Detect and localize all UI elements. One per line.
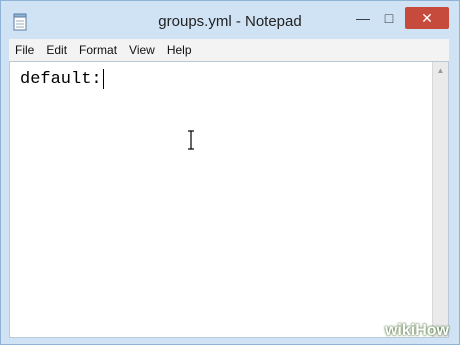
menu-file[interactable]: File — [9, 43, 40, 57]
menu-bar: File Edit Format View Help — [9, 39, 449, 61]
notepad-window: groups.yml - Notepad — □ ✕ File Edit For… — [0, 0, 460, 345]
vertical-scrollbar[interactable]: ▲ ▼ — [432, 62, 448, 337]
minimize-button[interactable]: — — [351, 7, 375, 29]
wikihow-watermark: wikiHow — [384, 322, 449, 339]
editor-text-value: default: — [20, 69, 102, 89]
title-bar[interactable]: groups.yml - Notepad — □ ✕ — [1, 1, 459, 39]
i-beam-cursor-icon — [188, 130, 194, 150]
menu-help[interactable]: Help — [161, 43, 198, 57]
text-caret — [102, 69, 104, 89]
maximize-button[interactable]: □ — [377, 7, 401, 29]
menu-format[interactable]: Format — [73, 43, 123, 57]
editor-content[interactable]: default: — [20, 69, 104, 89]
close-button[interactable]: ✕ — [405, 7, 449, 29]
text-editor-area[interactable]: default: ▲ ▼ — [9, 61, 449, 338]
scroll-up-arrow-icon[interactable]: ▲ — [433, 62, 448, 78]
menu-edit[interactable]: Edit — [40, 43, 73, 57]
menu-view[interactable]: View — [123, 43, 161, 57]
